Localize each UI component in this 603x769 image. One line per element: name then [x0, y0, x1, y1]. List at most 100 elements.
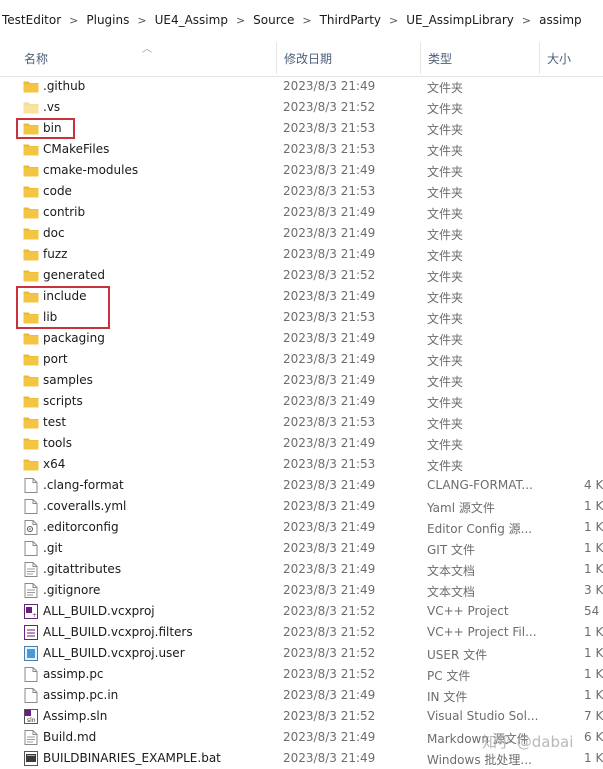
- sort-ascending-icon: ︿: [142, 44, 152, 55]
- file-icon: [24, 688, 38, 703]
- file-modified-date: 2023/8/3 21:53: [283, 415, 376, 429]
- folder-icon: [23, 248, 39, 261]
- folder-icon: [23, 437, 39, 450]
- breadcrumb-item[interactable]: assimp: [535, 13, 586, 27]
- file-name: generated: [43, 268, 105, 282]
- folder-row[interactable]: .vs 2023/8/3 21:52 文件夹: [0, 97, 603, 118]
- file-type: 文件夹: [427, 165, 464, 179]
- file-type: Yaml 源文件: [427, 501, 495, 515]
- column-header-type[interactable]: 类型: [428, 50, 452, 67]
- file-type: 文件夹: [427, 186, 464, 200]
- file-type: 文件夹: [427, 102, 464, 116]
- file-size: 1 K: [584, 625, 603, 639]
- breadcrumb-item[interactable]: UE4_Assimp: [151, 13, 232, 27]
- user-file-icon: [24, 646, 38, 661]
- folder-row[interactable]: port 2023/8/3 21:49 文件夹: [0, 349, 603, 370]
- file-name: port: [43, 352, 68, 366]
- file-name: fuzz: [43, 247, 68, 261]
- folder-icon: [23, 80, 39, 93]
- file-type: 文件夹: [427, 333, 464, 347]
- folder-row[interactable]: CMakeFiles 2023/8/3 21:53 文件夹: [0, 139, 603, 160]
- folder-row[interactable]: scripts 2023/8/3 21:49 文件夹: [0, 391, 603, 412]
- folder-row[interactable]: cmake-modules 2023/8/3 21:49 文件夹: [0, 160, 603, 181]
- file-row[interactable]: assimp.pc.in 2023/8/3 21:49 IN 文件 1 K: [0, 685, 603, 706]
- file-type: 文件夹: [427, 144, 464, 158]
- file-type: 文件夹: [427, 81, 464, 95]
- file-size: 3 K: [584, 583, 603, 597]
- file-name: x64: [43, 457, 66, 471]
- chevron-right-icon[interactable]: >: [518, 14, 535, 27]
- file-type: 文件夹: [427, 312, 464, 326]
- folder-row[interactable]: generated 2023/8/3 21:52 文件夹: [0, 265, 603, 286]
- file-type: 文件夹: [427, 438, 464, 452]
- vcxproj-file-icon: +: [24, 604, 38, 619]
- column-divider[interactable]: [539, 42, 540, 74]
- file-modified-date: 2023/8/3 21:53: [283, 184, 376, 198]
- folder-row[interactable]: bin 2023/8/3 21:53 文件夹: [0, 118, 603, 139]
- folder-icon: [23, 353, 39, 366]
- folder-row[interactable]: fuzz 2023/8/3 21:49 文件夹: [0, 244, 603, 265]
- file-row[interactable]: ALL_BUILD.vcxproj.filters 2023/8/3 21:52 V…: [0, 622, 603, 643]
- folder-row[interactable]: code 2023/8/3 21:53 文件夹: [0, 181, 603, 202]
- folder-icon: [23, 185, 39, 198]
- highlight-box-bin: [16, 118, 75, 139]
- column-divider[interactable]: [276, 42, 277, 74]
- folder-row[interactable]: samples 2023/8/3 21:49 文件夹: [0, 370, 603, 391]
- breadcrumb-item[interactable]: UE_AssimpLibrary: [402, 13, 518, 27]
- folder-icon: [23, 416, 39, 429]
- folder-row[interactable]: .github 2023/8/3 21:49 文件夹: [0, 76, 603, 97]
- file-type: 文件夹: [427, 459, 464, 473]
- breadcrumb-item[interactable]: TestEditor: [0, 13, 65, 27]
- file-type: 文件夹: [427, 249, 464, 263]
- file-row[interactable]: .editorconfig 2023/8/3 21:49 Editor Config…: [0, 517, 603, 538]
- folder-row[interactable]: packaging 2023/8/3 21:49 文件夹: [0, 328, 603, 349]
- folder-row[interactable]: tools 2023/8/3 21:49 文件夹: [0, 433, 603, 454]
- file-row[interactable]: .gitattributes 2023/8/3 21:49 文本文档 1 K: [0, 559, 603, 580]
- column-divider[interactable]: [420, 42, 421, 74]
- chevron-right-icon[interactable]: >: [232, 14, 249, 27]
- breadcrumb-item[interactable]: ThirdParty: [316, 13, 385, 27]
- file-row[interactable]: ALL_BUILD.vcxproj.user 2023/8/3 21:52 USER…: [0, 643, 603, 664]
- file-size: 1 K: [584, 667, 603, 681]
- file-name: .clang-format: [43, 478, 124, 492]
- file-modified-date: 2023/8/3 21:49: [283, 541, 376, 555]
- chevron-right-icon[interactable]: >: [298, 14, 315, 27]
- file-modified-date: 2023/8/3 21:49: [283, 436, 376, 450]
- file-name: .gitignore: [43, 583, 101, 597]
- file-modified-date: 2023/8/3 21:49: [283, 562, 376, 576]
- folder-row[interactable]: x64 2023/8/3 21:53 文件夹: [0, 454, 603, 475]
- column-header-size[interactable]: 大小: [547, 50, 571, 67]
- file-type: 文件夹: [427, 396, 464, 410]
- chevron-right-icon[interactable]: >: [385, 14, 402, 27]
- column-header-name[interactable]: 名称: [24, 50, 48, 67]
- file-size: 1 K: [584, 562, 603, 576]
- file-row[interactable]: assimp.pc 2023/8/3 21:52 PC 文件 1 K: [0, 664, 603, 685]
- file-name: test: [43, 415, 67, 429]
- file-modified-date: 2023/8/3 21:52: [283, 625, 376, 639]
- vcxproj-filters-file-icon: [24, 625, 38, 640]
- file-list: .github 2023/8/3 21:49 文件夹 .vs 2023/8/3 21:5…: [0, 76, 603, 769]
- file-type: IN 文件: [427, 690, 468, 704]
- file-modified-date: 2023/8/3 21:49: [283, 352, 376, 366]
- folder-row[interactable]: contrib 2023/8/3 21:49 文件夹: [0, 202, 603, 223]
- folder-icon: [23, 206, 39, 219]
- file-row[interactable]: + ALL_BUILD.vcxproj 2023/8/3 21:52 VC++ Pro…: [0, 601, 603, 622]
- file-row[interactable]: .clang-format 2023/8/3 21:49 CLANG-FORMAT.…: [0, 475, 603, 496]
- file-row[interactable]: .gitignore 2023/8/3 21:49 文本文档 3 K: [0, 580, 603, 601]
- file-row[interactable]: .git 2023/8/3 21:49 GIT 文件 1 K: [0, 538, 603, 559]
- file-name: ALL_BUILD.vcxproj.filters: [43, 625, 193, 639]
- column-header-modified[interactable]: 修改日期: [284, 50, 332, 67]
- file-type: USER 文件: [427, 648, 488, 662]
- folder-row[interactable]: doc 2023/8/3 21:49 文件夹: [0, 223, 603, 244]
- file-type: CLANG-FORMAT...: [427, 478, 533, 492]
- file-row[interactable]: sln Assimp.sln 2023/8/3 21:52 Visual Studio…: [0, 706, 603, 727]
- file-row[interactable]: .coveralls.yml 2023/8/3 21:49 Yaml 源文件 1 K: [0, 496, 603, 517]
- file-type: 文件夹: [427, 228, 464, 242]
- folder-row[interactable]: test 2023/8/3 21:53 文件夹: [0, 412, 603, 433]
- chevron-right-icon[interactable]: >: [133, 14, 150, 27]
- file-modified-date: 2023/8/3 21:49: [283, 751, 376, 765]
- breadcrumb-item[interactable]: Source: [249, 13, 298, 27]
- chevron-right-icon[interactable]: >: [65, 14, 82, 27]
- file-name: .coveralls.yml: [43, 499, 127, 513]
- breadcrumb-item[interactable]: Plugins: [82, 13, 133, 27]
